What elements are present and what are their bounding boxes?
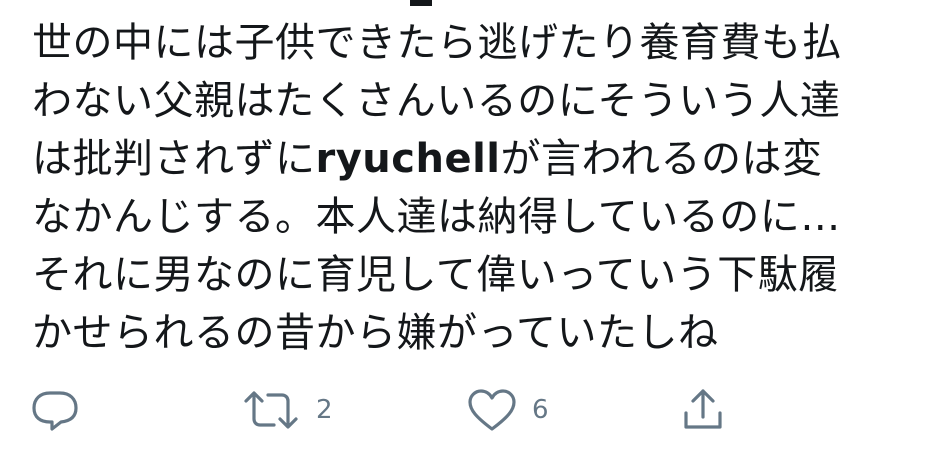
- tweet-body: 世の中には子供できたら逃げたり養育費も払 わない父親はたくさんいるのにそういう人…: [32, 14, 902, 362]
- reply-icon: [30, 387, 80, 433]
- tweet-line: わない父親はたくさんいるのにそういう人達: [32, 78, 841, 124]
- tweet-line: それに男なのに育児して偉いっていう下駄履: [32, 252, 839, 298]
- share-button[interactable]: [680, 386, 726, 434]
- tweet-line: が言われるのは変: [500, 136, 823, 182]
- reply-button[interactable]: [30, 386, 80, 434]
- tweet-text: 世の中には子供できたら逃げたり養育費も払 わない父親はたくさんいるのにそういう人…: [32, 14, 902, 362]
- share-icon: [680, 387, 726, 433]
- retweet-count: 2: [316, 395, 333, 425]
- tweet-line: 世の中には子供できたら逃げたり養育費も払: [32, 20, 842, 66]
- clipped-glyph: [410, 0, 432, 6]
- heart-icon: [466, 387, 518, 433]
- like-count: 6: [532, 395, 549, 425]
- retweet-button[interactable]: 2: [240, 386, 333, 434]
- clipped-previous-content: [300, 0, 560, 10]
- tweet-line: かせられるの昔から嫌がっていたしね: [32, 310, 719, 356]
- tweet-line: は批判されずに: [32, 136, 316, 182]
- tweet-line: なかんじする。本人達は納得しているのに…: [32, 194, 841, 240]
- tweet-actions: 2 6: [0, 386, 926, 434]
- retweet-icon: [240, 387, 302, 433]
- like-button[interactable]: 6: [466, 386, 549, 434]
- mention-text: ryuchell: [315, 136, 501, 182]
